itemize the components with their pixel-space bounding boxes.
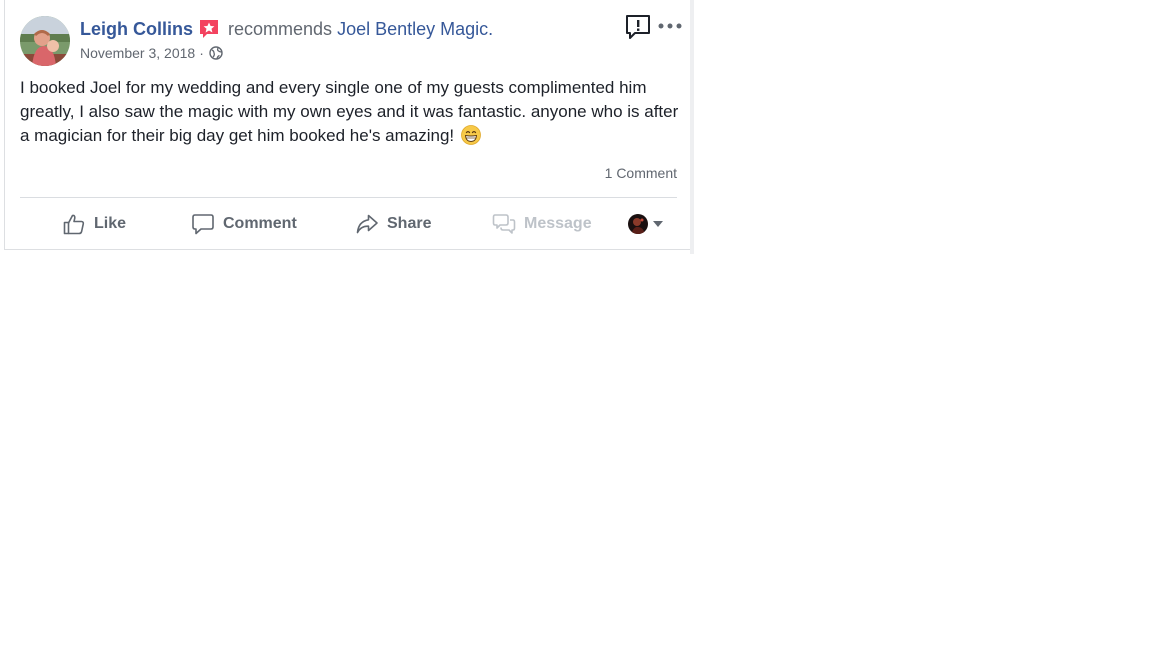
chevron-down-icon (653, 221, 663, 227)
author-avatar[interactable] (20, 16, 70, 66)
share-arrow-icon (356, 214, 378, 234)
comment-count-link[interactable]: 1 Comment (605, 165, 677, 181)
recommendation-star-icon (198, 18, 220, 40)
card-edge (690, 0, 694, 254)
message-bubbles-icon (492, 214, 516, 234)
page-name-link[interactable]: Joel Bentley Magic. (337, 19, 493, 40)
share-label: Share (387, 215, 432, 232)
comment-button[interactable]: Comment (191, 210, 297, 238)
actions-divider (20, 197, 677, 198)
like-label: Like (94, 215, 127, 232)
post-body: I booked Joel for my wedding and every s… (20, 76, 680, 148)
comment-bubble-icon (192, 214, 214, 235)
post-date-link[interactable]: November 3, 2018 (80, 45, 195, 61)
thumbs-up-icon (63, 214, 85, 235)
current-user-avatar (628, 214, 648, 234)
post-meta: November 3, 2018 · (80, 44, 223, 62)
recommends-text: recommends (228, 18, 333, 39)
message-label: Message (524, 215, 592, 232)
post-as-selector[interactable] (628, 213, 663, 235)
meta-separator: · (199, 45, 204, 61)
grinning-face-emoji (460, 125, 481, 145)
report-exclamation-icon[interactable] (625, 14, 651, 40)
post-header: Leigh Collins recommends Joel Bentley Ma… (80, 17, 493, 41)
comment-label: Comment (223, 215, 297, 232)
post-card: Leigh Collins recommends Joel Bentley Ma… (4, 0, 692, 250)
globe-icon[interactable] (209, 46, 223, 60)
message-button[interactable]: Message (492, 210, 592, 238)
post-text: I booked Joel for my wedding and every s… (20, 78, 679, 145)
more-options-icon[interactable] (658, 18, 682, 34)
share-button[interactable]: Share (355, 210, 431, 238)
author-name-link[interactable]: Leigh Collins (80, 19, 193, 40)
like-button[interactable]: Like (62, 210, 126, 238)
